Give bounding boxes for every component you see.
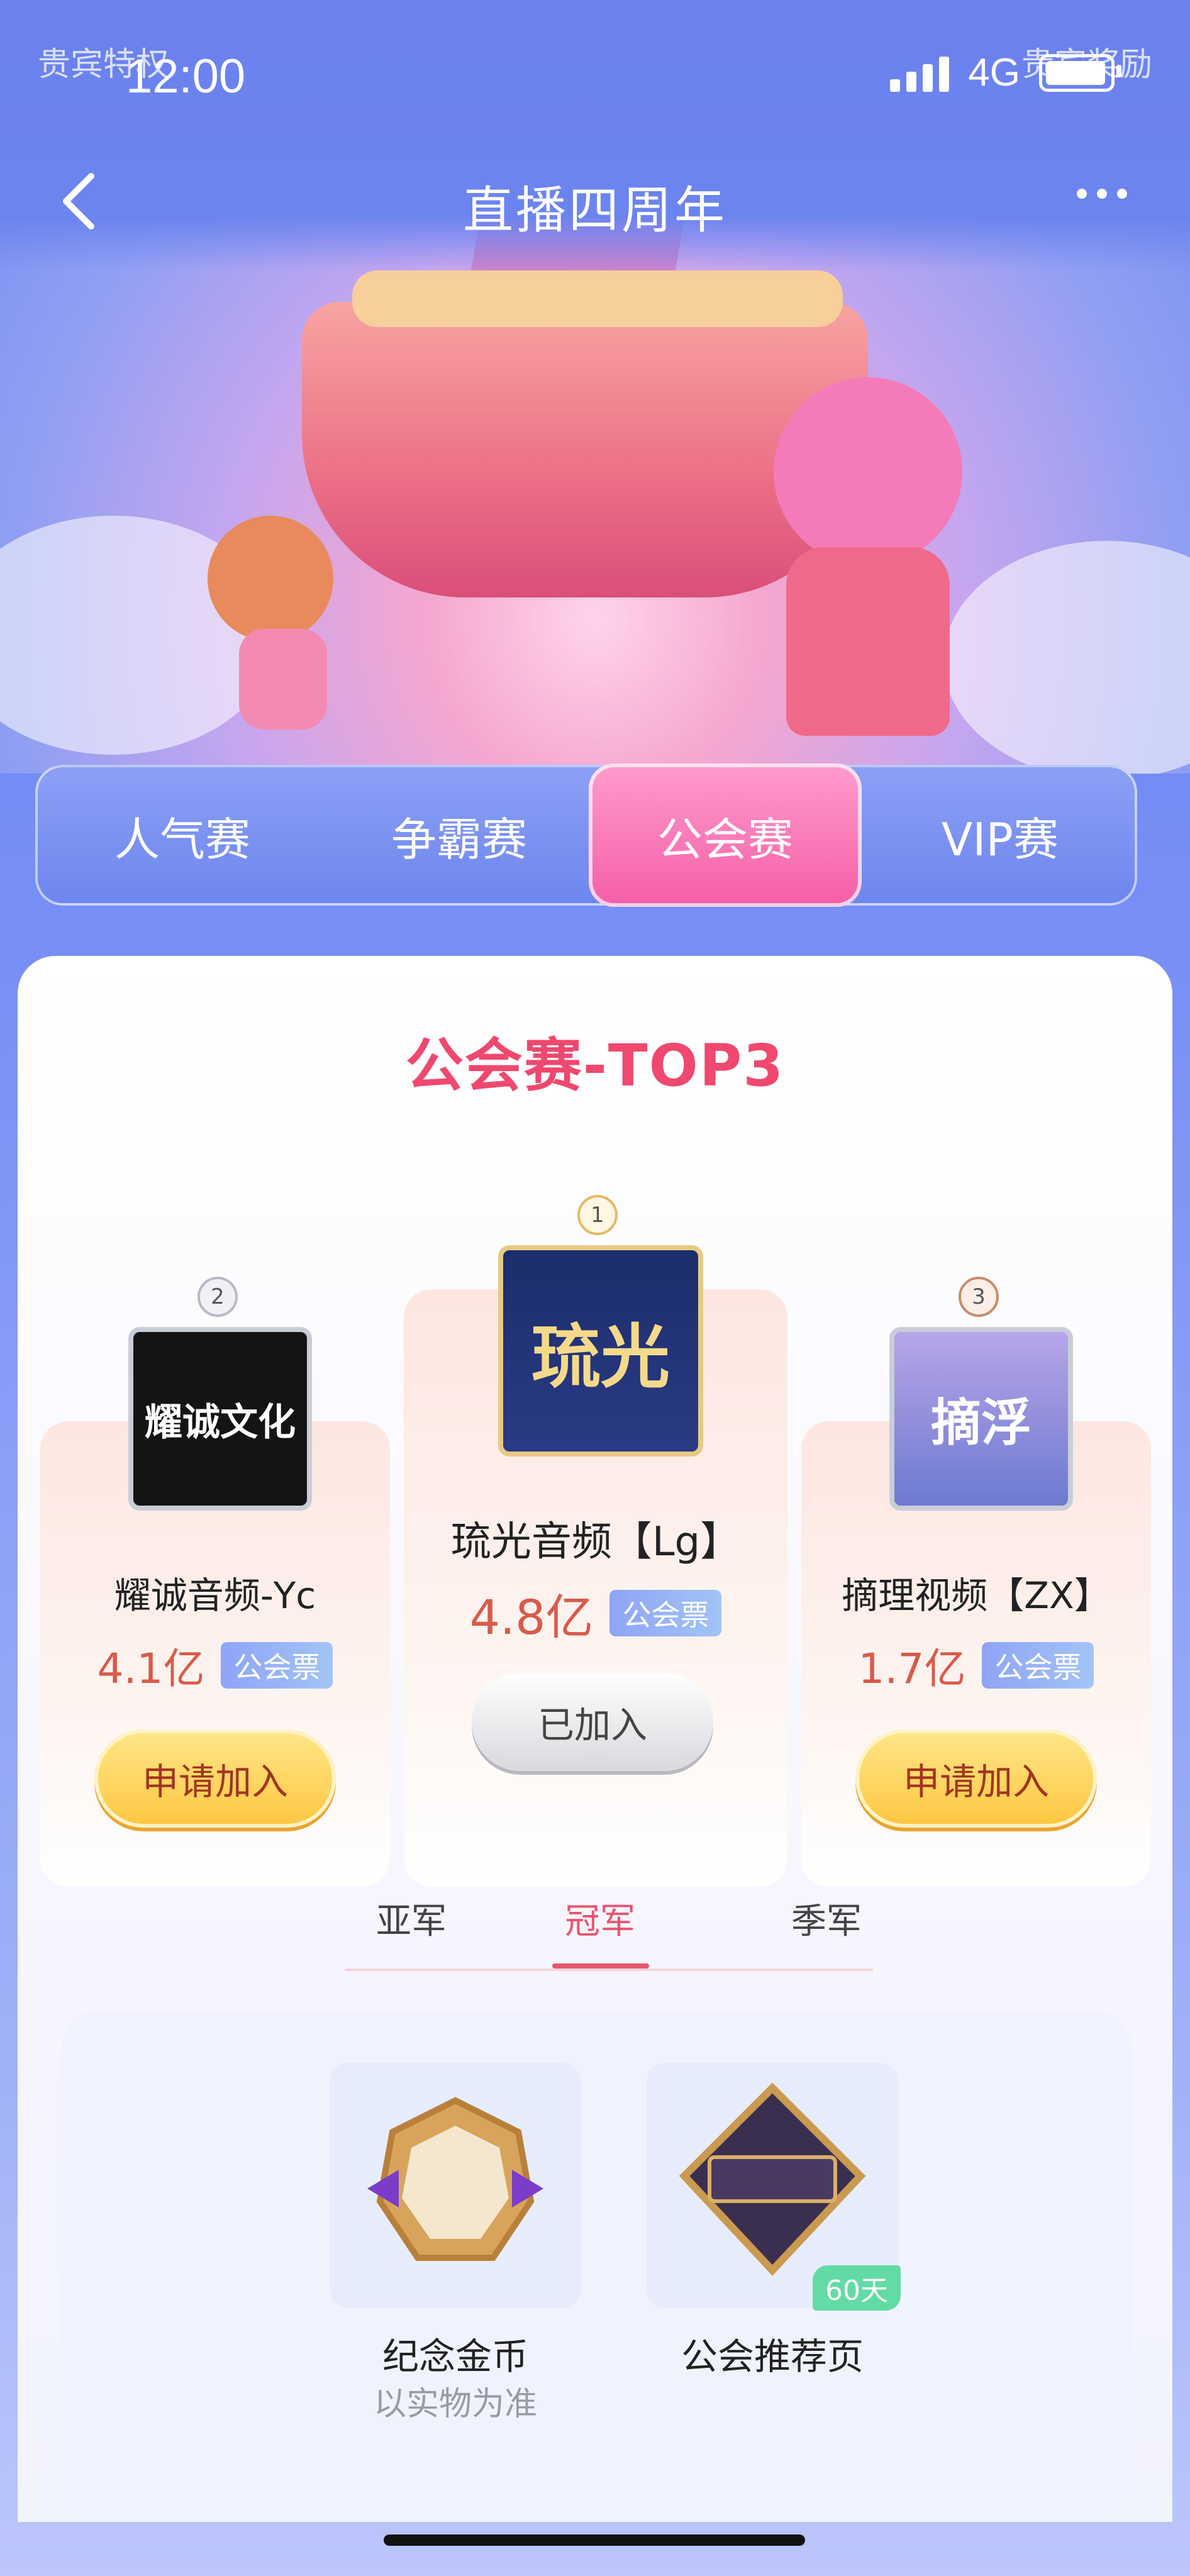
guild-avatar[interactable]: 耀诚文化 (128, 1327, 312, 1511)
reward-thumb: 60天 (647, 2063, 901, 2311)
vote-score: 4.1亿 (97, 1645, 205, 1693)
sub-tab-runner-up[interactable]: 亚军 (376, 1893, 447, 1944)
tab-popularity[interactable]: 人气赛 (57, 767, 308, 903)
girl-character-head (208, 516, 333, 641)
rank-card-3: 3 摘浮 摘理视频【ZX】 1.7亿 公会票 申请加入 (801, 1270, 1151, 1887)
boy-character-body (786, 547, 950, 736)
reward-item-coin[interactable]: 纪念金币 以实物为准 (330, 2063, 581, 2440)
reward-panel: 纪念金币 以实物为准 60天 公会推荐页 (62, 2012, 1131, 2516)
boy-character-head (774, 377, 962, 566)
guild-avatar[interactable]: 摘浮 (889, 1327, 1073, 1511)
status-time: 12:00 (126, 50, 246, 103)
sub-tab-third-place[interactable]: 季军 (791, 1893, 862, 1944)
reward-name: 纪念金币 (382, 2335, 528, 2378)
reward-name: 公会推荐页 (681, 2335, 864, 2378)
hero-banner: 贵宾特权 贵宾奖励 12:00 4G 直播四周年 (0, 0, 1190, 774)
more-dots-icon[interactable] (1077, 189, 1127, 199)
tab-guild[interactable]: 公会赛 (589, 763, 862, 907)
sub-tab-champion[interactable]: 冠军 (565, 1893, 635, 1944)
guild-contest-card: 公会赛-TOP3 2 耀诚文化 耀诚音频-Yc 4.1亿 公会票 申请加入 1 … (18, 956, 1172, 2522)
page-title: 直播四周年 (463, 181, 727, 240)
girl-character-body (239, 629, 327, 730)
vote-type-tag: 公会票 (982, 1642, 1094, 1689)
score-row: 4.8亿 公会票 (404, 1579, 787, 1648)
cloud-decoration (943, 541, 1190, 774)
reward-note: 以实物为准 (373, 2385, 537, 2423)
guild-name: 摘理视频【ZX】 (842, 1574, 1111, 1617)
rank-card-2: 2 耀诚文化 耀诚音频-Yc 4.1亿 公会票 申请加入 (40, 1270, 390, 1887)
status-indicators: 4G (890, 50, 1121, 95)
guild-avatar[interactable]: 琉光 (498, 1245, 703, 1457)
reward-item-recommend[interactable]: 60天 公会推荐页 (647, 2063, 901, 2440)
rank-card-1: 1 琉光 琉光音频【Lg】 4.8亿 公会票 已加入 (404, 1195, 787, 1887)
duration-badge: 60天 (813, 2265, 901, 2311)
guild-name: 耀诚音频-Yc (114, 1574, 316, 1617)
tab-vip[interactable]: VIP赛 (874, 767, 1126, 903)
commemorative-coin-icon (367, 2097, 543, 2261)
top-bar: 贵宾特权 贵宾奖励 12:00 4G 直播四周年 (0, 0, 1190, 270)
airship-deck (352, 270, 843, 327)
rank-badge: 3 (959, 1277, 999, 1317)
apply-join-button[interactable]: 申请加入 (94, 1729, 336, 1828)
vote-type-tag: 公会票 (609, 1590, 722, 1636)
reward-thumb (330, 2063, 581, 2308)
battery-icon (1039, 53, 1121, 92)
apply-join-button[interactable]: 申请加入 (855, 1729, 1097, 1828)
vote-score: 1.7亿 (858, 1645, 966, 1693)
signal-icon (890, 54, 950, 92)
active-tab-underline (552, 1963, 649, 1968)
rank-badge: 1 (577, 1195, 618, 1235)
guild-name: 琉光音频【Lg】 (450, 1519, 741, 1565)
network-label: 4G (968, 51, 1020, 94)
joined-button[interactable]: 已加入 (472, 1673, 713, 1771)
section-title: 公会赛-TOP3 (405, 1032, 785, 1099)
tab-hegemony[interactable]: 争霸赛 (333, 767, 585, 903)
rank-badge: 2 (197, 1277, 238, 1317)
contest-tab-bar: 人气赛 争霸赛 公会赛 VIP赛 (35, 763, 1137, 907)
home-indicator[interactable] (384, 2534, 805, 2546)
vote-score: 4.8亿 (469, 1589, 594, 1645)
score-row: 1.7亿 公会票 (801, 1635, 1151, 1696)
score-row: 4.1亿 公会票 (40, 1635, 390, 1696)
reward-sub-tabs: 亚军 冠军 季军 (345, 1893, 873, 1971)
vote-type-tag: 公会票 (221, 1642, 333, 1689)
